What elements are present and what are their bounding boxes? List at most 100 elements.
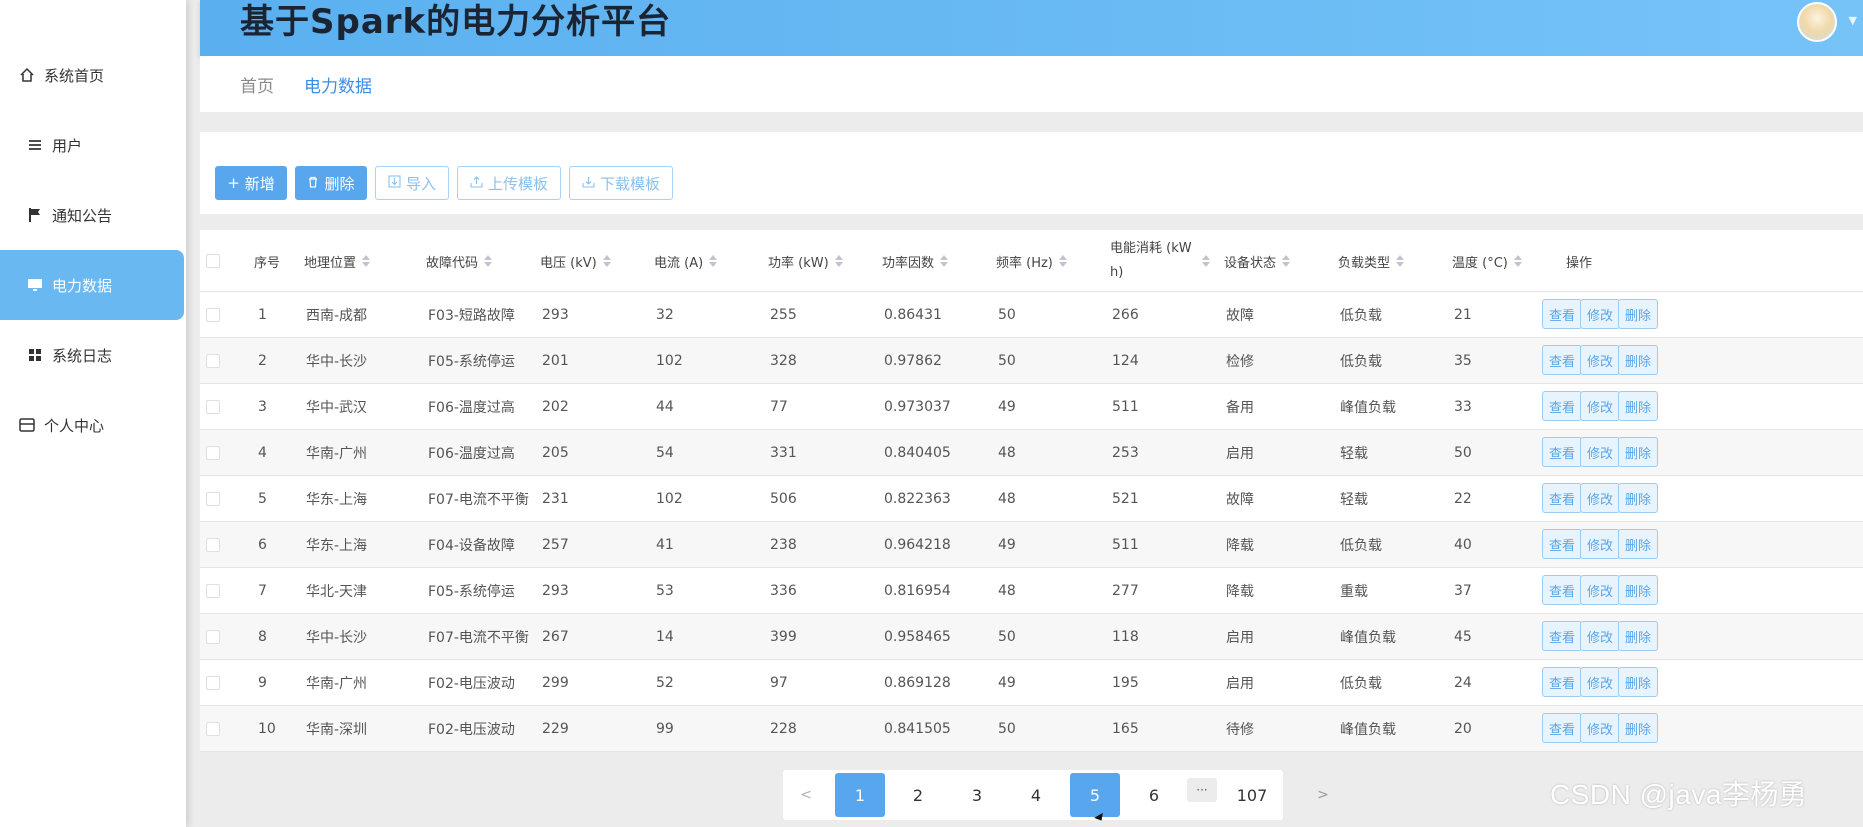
- row-checkbox[interactable]: [206, 584, 220, 598]
- row-delete-button[interactable]: 删除: [1618, 621, 1658, 651]
- page-button[interactable]: 3: [952, 773, 1002, 817]
- sidebar-item-users[interactable]: 用户: [0, 110, 184, 180]
- view-button[interactable]: 查看: [1542, 437, 1582, 467]
- delete-button[interactable]: 删除: [295, 166, 367, 200]
- select-all-checkbox[interactable]: [206, 254, 220, 268]
- view-button[interactable]: 查看: [1542, 529, 1582, 559]
- view-button[interactable]: 查看: [1542, 483, 1582, 513]
- sort-icon[interactable]: [1513, 254, 1522, 268]
- next-page-button[interactable]: >: [1308, 773, 1338, 817]
- column-header[interactable]: 设备状态: [1224, 230, 1291, 292]
- view-button[interactable]: 查看: [1542, 667, 1582, 697]
- import-button[interactable]: 导入: [375, 166, 449, 200]
- sidebar-item-profile[interactable]: 个人中心: [0, 390, 184, 460]
- row-delete-button[interactable]: 删除: [1618, 529, 1658, 559]
- view-button[interactable]: 查看: [1542, 575, 1582, 605]
- edit-button[interactable]: 修改: [1580, 713, 1620, 743]
- table-row[interactable]: 2 华中-长沙 F05-系统停运 201 102 328 0.97862 50 124 检修 低负载…: [200, 338, 1863, 384]
- more-pages-icon[interactable]: ···: [1187, 778, 1217, 802]
- edit-button[interactable]: 修改: [1580, 299, 1620, 329]
- page-button[interactable]: 1: [835, 773, 885, 817]
- column-header[interactable]: 负载类型: [1338, 230, 1405, 292]
- prev-page-button[interactable]: <: [791, 773, 821, 817]
- edit-button[interactable]: 修改: [1580, 345, 1620, 375]
- column-header[interactable]: 频率 (Hz): [996, 230, 1067, 292]
- sidebar-item-power-data[interactable]: 电力数据: [0, 250, 184, 320]
- view-button[interactable]: 查看: [1542, 713, 1582, 743]
- row-delete-button[interactable]: 删除: [1618, 483, 1658, 513]
- row-checkbox[interactable]: [206, 492, 220, 506]
- cell-voltage: 257: [542, 537, 569, 553]
- sort-icon[interactable]: [1058, 254, 1067, 268]
- page-button[interactable]: 6: [1129, 773, 1179, 817]
- table-row[interactable]: 7 华北-天津 F05-系统停运 293 53 336 0.816954 48 277 降载 重载 3…: [200, 568, 1863, 614]
- column-header[interactable]: 地理位置: [304, 230, 371, 292]
- sort-icon[interactable]: [602, 254, 611, 268]
- edit-button[interactable]: 修改: [1580, 437, 1620, 467]
- page-button[interactable]: 4: [1011, 773, 1061, 817]
- sort-icon[interactable]: [834, 254, 843, 268]
- edit-button[interactable]: 修改: [1580, 391, 1620, 421]
- download-template-button[interactable]: 下载模板: [569, 166, 673, 200]
- sort-icon[interactable]: [1202, 254, 1210, 268]
- column-header[interactable]: 电流 (A): [654, 230, 718, 292]
- row-checkbox[interactable]: [206, 308, 220, 322]
- row-delete-button[interactable]: 删除: [1618, 575, 1658, 605]
- cell-location: 华东-上海: [306, 492, 368, 508]
- view-button[interactable]: 查看: [1542, 621, 1582, 651]
- edit-button[interactable]: 修改: [1580, 529, 1620, 559]
- add-button[interactable]: + 新增: [215, 166, 287, 200]
- row-checkbox[interactable]: [206, 676, 220, 690]
- table-row[interactable]: 1 西南-成都 F03-短路故障 293 32 255 0.86431 50 266 故障 低负载 2…: [200, 292, 1863, 338]
- column-header[interactable]: 电压 (kV): [540, 230, 611, 292]
- row-delete-button[interactable]: 删除: [1618, 437, 1658, 467]
- column-header[interactable]: 功率因数: [882, 230, 949, 292]
- row-checkbox[interactable]: [206, 446, 220, 460]
- sidebar-item-system-log[interactable]: 系统日志: [0, 320, 184, 390]
- chevron-down-icon[interactable]: ▼: [1849, 14, 1857, 27]
- edit-button[interactable]: 修改: [1580, 667, 1620, 697]
- row-checkbox[interactable]: [206, 722, 220, 736]
- table-row[interactable]: 5 华东-上海 F07-电流不平衡 231 102 506 0.822363 48 521 故障 轻…: [200, 476, 1863, 522]
- sort-icon[interactable]: [484, 254, 493, 268]
- breadcrumb-home[interactable]: 首页: [240, 72, 274, 97]
- table-row[interactable]: 10 华南-深圳 F02-电压波动 229 99 228 0.841505 50 165 待修 峰值…: [200, 706, 1863, 752]
- table-row[interactable]: 9 华南-广州 F02-电压波动 299 52 97 0.869128 49 195 启用 低负载 2…: [200, 660, 1863, 706]
- row-delete-button[interactable]: 删除: [1618, 713, 1658, 743]
- sort-icon[interactable]: [709, 254, 718, 268]
- view-button[interactable]: 查看: [1542, 345, 1582, 375]
- row-delete-button[interactable]: 删除: [1618, 667, 1658, 697]
- edit-button[interactable]: 修改: [1580, 483, 1620, 513]
- row-checkbox[interactable]: [206, 630, 220, 644]
- sort-icon[interactable]: [1396, 254, 1405, 268]
- row-checkbox[interactable]: [206, 354, 220, 368]
- view-button[interactable]: 查看: [1542, 299, 1582, 329]
- row-checkbox[interactable]: [206, 538, 220, 552]
- table-row[interactable]: 3 华中-武汉 F06-温度过高 202 44 77 0.973037 49 511 备用 峰值负载…: [200, 384, 1863, 430]
- page-button[interactable]: 2: [893, 773, 943, 817]
- table-row[interactable]: 6 华东-上海 F04-设备故障 257 41 238 0.964218 49 511 降载 低负载…: [200, 522, 1863, 568]
- column-header[interactable]: 故障代码: [426, 230, 493, 292]
- table-row[interactable]: 8 华中-长沙 F07-电流不平衡 267 14 399 0.958465 50 118 启用 峰值…: [200, 614, 1863, 660]
- sidebar-item-home[interactable]: 系统首页: [0, 40, 184, 110]
- avatar[interactable]: [1797, 2, 1837, 42]
- column-header[interactable]: 温度 (°C): [1452, 230, 1522, 292]
- row-delete-button[interactable]: 删除: [1618, 345, 1658, 375]
- upload-template-button[interactable]: 上传模板: [457, 166, 561, 200]
- edit-button[interactable]: 修改: [1580, 575, 1620, 605]
- row-checkbox[interactable]: [206, 400, 220, 414]
- page-button[interactable]: 5: [1070, 773, 1120, 817]
- sort-icon[interactable]: [940, 254, 949, 268]
- sort-icon[interactable]: [362, 254, 371, 268]
- edit-button[interactable]: 修改: [1580, 621, 1620, 651]
- column-header[interactable]: 电能消耗 (kW h): [1110, 230, 1222, 292]
- sidebar-item-notices[interactable]: 通知公告: [0, 180, 184, 250]
- table-row[interactable]: 4 华南-广州 F06-温度过高 205 54 331 0.840405 48 253 启用 轻载 5…: [200, 430, 1863, 476]
- cell-row-index: 6: [258, 537, 267, 553]
- sort-icon[interactable]: [1282, 254, 1291, 268]
- page-button[interactable]: 107: [1227, 773, 1277, 817]
- view-button[interactable]: 查看: [1542, 391, 1582, 421]
- row-delete-button[interactable]: 删除: [1618, 391, 1658, 421]
- column-header[interactable]: 功率 (kW): [768, 230, 843, 292]
- row-delete-button[interactable]: 删除: [1618, 299, 1658, 329]
